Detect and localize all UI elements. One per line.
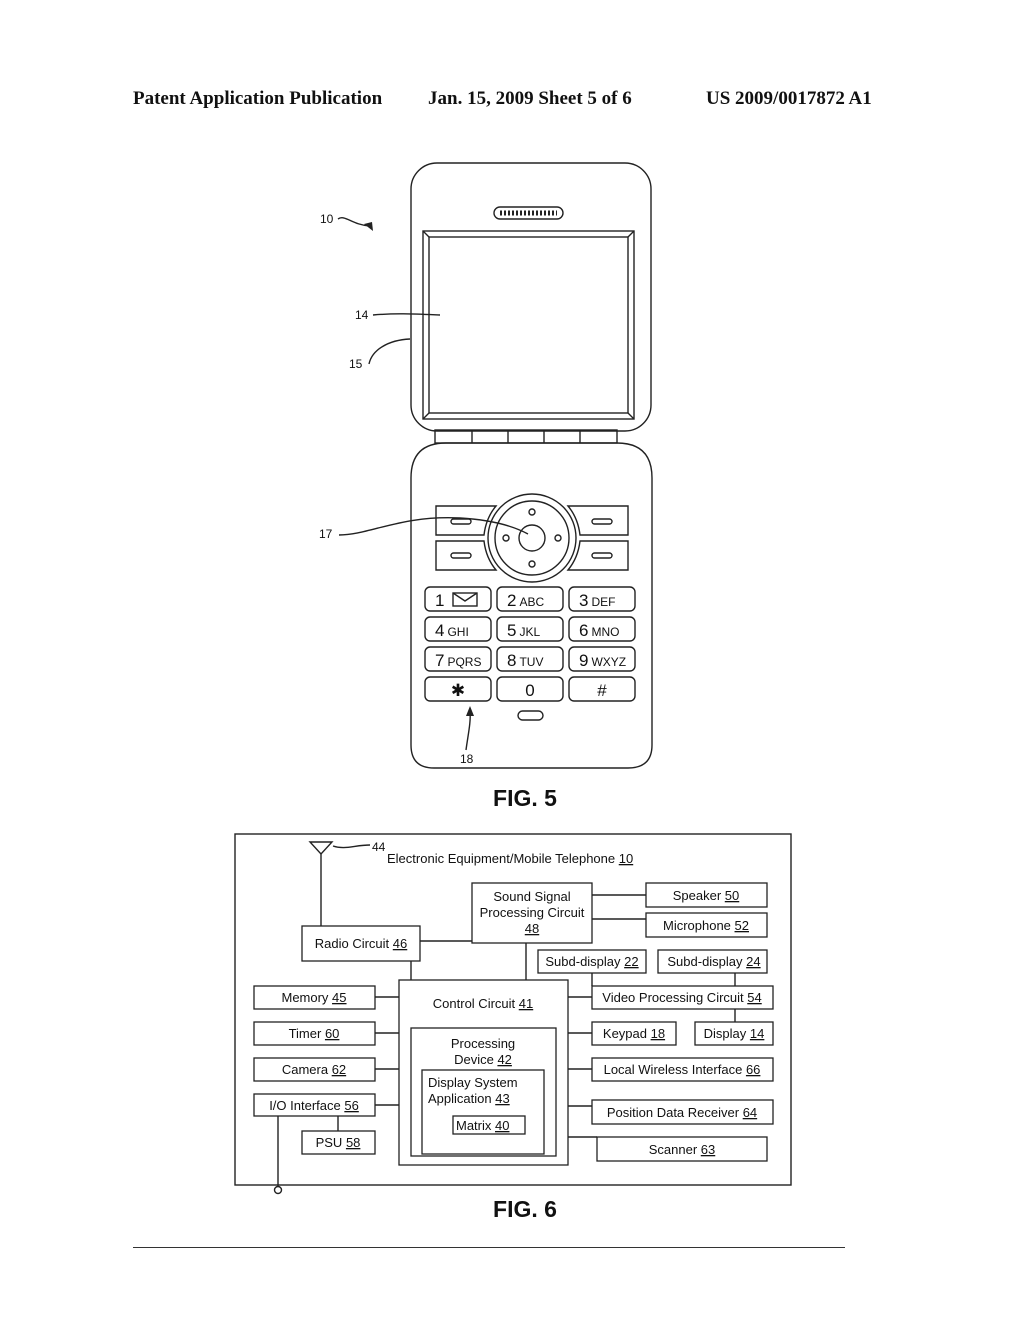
svg-text:8TUV: 8 TUV bbox=[507, 651, 543, 670]
earpiece-speaker-icon bbox=[493, 206, 564, 220]
ref-18: 18 bbox=[460, 752, 474, 766]
io-interface-block: I/O Interface 56 bbox=[253, 1093, 376, 1117]
key-7: 7 PQRS bbox=[424, 646, 492, 672]
svg-text:2ABC: 2 ABC bbox=[507, 591, 544, 610]
ref-10: 10 bbox=[320, 212, 334, 226]
patent-drawings: 1 2 ABC 3 DEF 4 GHI 5 JKL 6 MNO 7 PQRS 8 TUV 9 WXYZ ✱ 0 # 1… bbox=[234, 162, 792, 1222]
key-5: 5 JKL bbox=[496, 616, 564, 642]
key-2: 2 ABC bbox=[496, 586, 564, 612]
antenna-icon bbox=[308, 841, 371, 926]
svg-text:1: 1 bbox=[435, 591, 444, 610]
upper-housing bbox=[410, 162, 652, 432]
ref-44: 44 bbox=[372, 840, 386, 854]
svg-text:Keypad 18: Keypad 18 bbox=[603, 1026, 665, 1041]
arrow-icon bbox=[466, 706, 474, 716]
matrix-block: Matrix 40 bbox=[452, 1115, 526, 1135]
key-4: 4 GHI bbox=[424, 616, 492, 642]
memory-block: Memory 45 bbox=[253, 985, 376, 1010]
svg-text:3DEF: 3 DEF bbox=[579, 591, 615, 610]
envelope-icon bbox=[452, 592, 478, 607]
svg-text:Display 14: Display 14 bbox=[704, 1026, 765, 1041]
keypad: 1 2 ABC 3 DEF 4 GHI 5 JKL 6 MNO 7 PQRS 8 TUV 9 WXYZ ✱ 0 # bbox=[424, 586, 636, 702]
microphone-slot bbox=[517, 710, 544, 721]
local-wireless-interface-block: Local Wireless Interface 66 bbox=[591, 1057, 774, 1082]
key-0: 0 bbox=[496, 676, 564, 702]
fig5-caption: FIG. 5 bbox=[493, 785, 557, 811]
video-processing-block: Video Processing Circuit 54 bbox=[591, 985, 774, 1010]
svg-text:✱: ✱ bbox=[451, 681, 465, 700]
svg-text:Speaker 50: Speaker 50 bbox=[673, 888, 740, 903]
key-star: ✱ bbox=[424, 676, 492, 702]
display-bezel bbox=[422, 230, 635, 420]
fig5-phone: 1 2 ABC 3 DEF 4 GHI 5 JKL 6 MNO 7 PQRS 8 TUV 9 WXYZ ✱ 0 # 1… bbox=[319, 162, 653, 811]
radio-circuit-block: Radio Circuit 46 bbox=[301, 925, 421, 962]
fig6-caption: FIG. 6 bbox=[493, 1196, 557, 1222]
speaker-block: Speaker 50 bbox=[645, 882, 768, 908]
key-6: 6 MNO bbox=[568, 616, 636, 642]
key-9: 9 WXYZ bbox=[568, 646, 636, 672]
svg-text:9WXYZ: 9 WXYZ bbox=[579, 651, 626, 670]
key-hash: # bbox=[568, 676, 636, 702]
timer-block: Timer 60 bbox=[253, 1021, 376, 1046]
ref-15: 15 bbox=[349, 357, 363, 371]
svg-text:Video Processing Circuit 54: Video Processing Circuit 54 bbox=[602, 990, 761, 1005]
display-screen bbox=[428, 236, 629, 414]
subd-display-22-block: Subd-display 22 bbox=[537, 949, 647, 974]
svg-text:7PQRS: 7 PQRS bbox=[435, 651, 481, 670]
svg-text:Display System: Display System bbox=[428, 1075, 518, 1090]
position-data-receiver-block: Position Data Receiver 64 bbox=[591, 1099, 774, 1125]
svg-text:Processing: Processing bbox=[451, 1036, 515, 1051]
svg-text:5JKL: 5 JKL bbox=[507, 621, 540, 640]
display-system-application-block: Display System Application 43 bbox=[421, 1069, 545, 1155]
svg-text:Microphone 52: Microphone 52 bbox=[663, 918, 749, 933]
subd-display-24-block: Subd-display 24 bbox=[657, 949, 768, 974]
sound-signal-processing-block: Sound Signal Processing Circuit 48 bbox=[471, 882, 593, 944]
svg-text:Device 42: Device 42 bbox=[454, 1052, 512, 1067]
key-3: 3 DEF bbox=[568, 586, 636, 612]
svg-text:Subd-display 22: Subd-display 22 bbox=[545, 954, 638, 969]
footer-rule bbox=[133, 1247, 845, 1248]
svg-text:4GHI: 4 GHI bbox=[435, 621, 469, 640]
ref-14: 14 bbox=[355, 308, 369, 322]
svg-text:Camera 62: Camera 62 bbox=[282, 1062, 346, 1077]
navigation-key bbox=[487, 493, 577, 583]
svg-text:Processing Circuit: Processing Circuit bbox=[480, 905, 585, 920]
keypad-block: Keypad 18 bbox=[591, 1021, 677, 1046]
key-1: 1 bbox=[424, 586, 492, 612]
svg-text:Subd-display 24: Subd-display 24 bbox=[667, 954, 760, 969]
svg-text:#: # bbox=[597, 681, 607, 700]
scanner-block: Scanner 63 bbox=[596, 1136, 768, 1162]
svg-text:6MNO: 6 MNO bbox=[579, 621, 619, 640]
svg-text:48: 48 bbox=[525, 921, 539, 936]
svg-text:Timer 60: Timer 60 bbox=[289, 1026, 340, 1041]
svg-text:0: 0 bbox=[525, 681, 534, 700]
fig6-block-diagram: 44 Electronic Equipment/Mobile Telephone… bbox=[234, 833, 792, 1222]
svg-text:Position Data Receiver 64: Position Data Receiver 64 bbox=[607, 1105, 757, 1120]
microphone-block: Microphone 52 bbox=[645, 912, 768, 938]
key-8: 8 TUV bbox=[496, 646, 564, 672]
svg-text:I/O Interface 56: I/O Interface 56 bbox=[269, 1098, 359, 1113]
psu-block: PSU 58 bbox=[301, 1130, 376, 1155]
svg-text:Control Circuit 41: Control Circuit 41 bbox=[433, 996, 533, 1011]
svg-text:Application 43: Application 43 bbox=[428, 1091, 510, 1106]
arrow-icon bbox=[364, 222, 373, 231]
svg-text:PSU 58: PSU 58 bbox=[316, 1135, 361, 1150]
svg-text:Memory 45: Memory 45 bbox=[281, 990, 346, 1005]
svg-text:Scanner 63: Scanner 63 bbox=[649, 1142, 716, 1157]
svg-text:Sound Signal: Sound Signal bbox=[493, 889, 570, 904]
hinge bbox=[434, 429, 618, 444]
svg-text:Radio Circuit 46: Radio Circuit 46 bbox=[315, 936, 408, 951]
ref-17: 17 bbox=[319, 527, 333, 541]
svg-text:Matrix 40: Matrix 40 bbox=[456, 1118, 509, 1133]
camera-block: Camera 62 bbox=[253, 1057, 376, 1082]
diagram-title: Electronic Equipment/Mobile Telephone 10 bbox=[387, 851, 633, 866]
display-block: Display 14 bbox=[694, 1021, 774, 1046]
svg-text:Local Wireless Interface 66: Local Wireless Interface 66 bbox=[604, 1062, 761, 1077]
